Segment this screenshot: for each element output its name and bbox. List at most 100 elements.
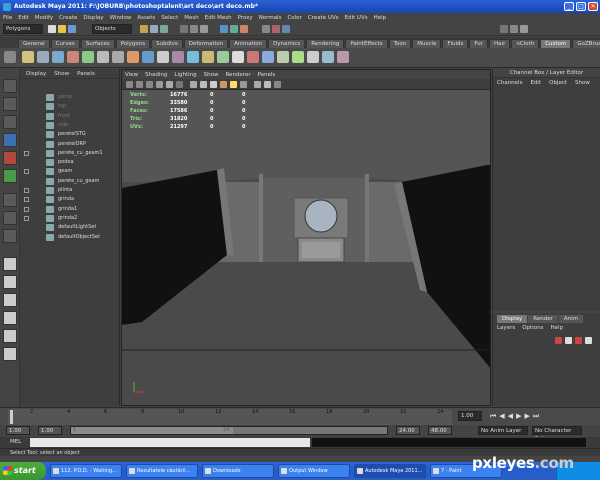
save-scene-icon[interactable] [68,25,76,33]
layer-menu-2[interactable]: Help [550,325,563,331]
shelf-tool-icon[interactable] [37,51,49,63]
outliner-item[interactable]: perete_cu_geam [20,177,120,186]
viewport-menu-2[interactable]: Lighting [174,72,196,78]
mel-input[interactable] [30,438,310,447]
last-tool-icon[interactable] [3,229,17,243]
minimize-button[interactable]: _ [564,2,574,11]
shelf-tab-12[interactable]: Fluids [442,39,469,48]
wireframe-icon[interactable] [190,81,197,88]
snap-point-icon[interactable] [240,25,248,33]
taskbar-task[interactable]: Output Window [278,464,350,478]
channel-box-menu-0[interactable]: Channels [497,80,522,86]
expand-icon[interactable] [24,150,29,156]
shelf-tool-icon[interactable] [307,51,319,63]
show-attribute-editor-icon[interactable] [500,25,508,33]
shelf-tool-icon[interactable] [97,51,109,63]
expand-icon[interactable] [24,197,29,203]
menu-1[interactable]: Edit [18,15,29,21]
expand-icon[interactable] [24,206,29,212]
range-slider[interactable]: 1.00 1.00 1 24 24.00 48.00 No Anim Layer… [0,425,600,442]
select-by-object-icon[interactable] [150,25,158,33]
shelf-tool-icon[interactable] [277,51,289,63]
delete-layer-icon[interactable] [575,337,582,344]
shelf-tab-1[interactable]: Curves [50,39,80,48]
viewport-menu-3[interactable]: Show [204,72,219,78]
menu-0[interactable]: File [3,15,12,21]
anim-start-field[interactable]: 1.00 [6,426,30,435]
isolate-select-icon[interactable] [264,81,271,88]
shelf-tab-3[interactable]: Polygons [115,39,151,48]
start-button[interactable]: start [0,462,46,480]
close-button[interactable]: ✕ [588,2,598,11]
layer-menu-1[interactable]: Options [522,325,543,331]
selection-mode-dropdown[interactable]: Objects [92,24,132,34]
shelf-tab-4[interactable]: Subdivs [151,39,183,48]
range-bar[interactable]: 1 24 [70,426,388,435]
soft-mod-tool-icon[interactable] [3,211,17,225]
render-icon[interactable] [262,25,270,33]
show-tool-settings-icon[interactable] [510,25,518,33]
menu-12[interactable]: Color [287,15,301,21]
rotate-tool-icon[interactable] [3,151,17,165]
shelf-tab-7[interactable]: Dynamics [268,39,306,48]
outliner-item[interactable]: top [20,102,120,111]
layer-tab-2[interactable]: Anim [558,315,584,323]
shelf-tab-8[interactable]: Rendering [306,39,345,48]
menu-13[interactable]: Create UVs [308,15,339,21]
paint-select-tool-icon[interactable] [3,115,17,129]
shelf-tool-icon[interactable] [112,51,124,63]
menu-set-dropdown[interactable]: Polygons [3,24,43,34]
persp-outliner-layout-icon[interactable] [3,311,17,325]
show-channel-box-icon[interactable] [520,25,528,33]
viewport-menu-0[interactable]: View [125,72,138,78]
outliner-item[interactable]: front [20,112,120,121]
taskbar-task[interactable]: Autodesk Maya 2011... [354,464,426,478]
move-tool-icon[interactable] [3,133,17,147]
anim-layer-dropdown[interactable]: No Anim Layer [478,426,528,435]
shelf-tab-14[interactable]: Hair [489,39,511,48]
taskbar-task[interactable]: Downloads [202,464,274,478]
outliner-item[interactable]: perete_cu_geam1 [20,149,120,158]
menu-8[interactable]: Mesh [184,15,198,21]
menu-10[interactable]: Proxy [238,15,253,21]
outliner-item[interactable]: geam [20,167,120,176]
playback-controls[interactable]: ⏮◀◀▶▶⏭ [490,412,590,422]
menu-3[interactable]: Create [59,15,77,21]
shelf-tool-icon[interactable] [262,51,274,63]
menu-14[interactable]: Edit UVs [345,15,368,21]
shelf-tool-icon[interactable] [187,51,199,63]
layer-tab-1[interactable]: Render [528,315,558,323]
shelf-tool-icon[interactable] [217,51,229,63]
channel-box-menu-2[interactable]: Object [549,80,567,86]
outliner-item[interactable]: defaultObjectSet [20,233,120,242]
shelf-tab-10[interactable]: Toon [388,39,412,48]
shelf-tool-icon[interactable] [52,51,64,63]
shelf-tab-9[interactable]: PaintEffects [345,39,388,48]
select-tool-icon[interactable] [3,79,17,93]
viewport-menu-5[interactable]: Panels [258,72,276,78]
shelf-tool-icon[interactable] [127,51,139,63]
shelf-tab-6[interactable]: Animation [229,39,268,48]
outliner-item[interactable]: peretelDRP [20,140,120,149]
taskbar-task[interactable]: 112. P.O.D. - Waiting... [50,464,122,478]
snap-grid-icon[interactable] [220,25,228,33]
snap-curve-icon[interactable] [230,25,238,33]
shelf-tool-icon[interactable] [157,51,169,63]
open-scene-icon[interactable] [58,25,66,33]
outliner-item[interactable]: persp [20,93,120,102]
resolution-gate-icon[interactable] [176,81,183,88]
image-plane-icon[interactable] [146,81,153,88]
shadows-icon[interactable] [240,81,247,88]
shelf-tool-icon[interactable] [292,51,304,63]
select-by-component-icon[interactable] [160,25,168,33]
menu-7[interactable]: Select [161,15,178,21]
outliner-item[interactable]: grinda1 [20,205,120,214]
layer-options-icon[interactable] [585,337,592,344]
ipr-render-icon[interactable] [272,25,280,33]
menu-15[interactable]: Help [374,15,387,21]
perspective-viewport[interactable]: View Shading Lighting Show Renderer Panels Ve… [121,69,491,406]
shelf-tab-16[interactable]: Custom [540,39,572,48]
scale-tool-icon[interactable] [3,169,17,183]
shelf-tool-icon[interactable] [172,51,184,63]
grid-icon[interactable] [156,81,163,88]
